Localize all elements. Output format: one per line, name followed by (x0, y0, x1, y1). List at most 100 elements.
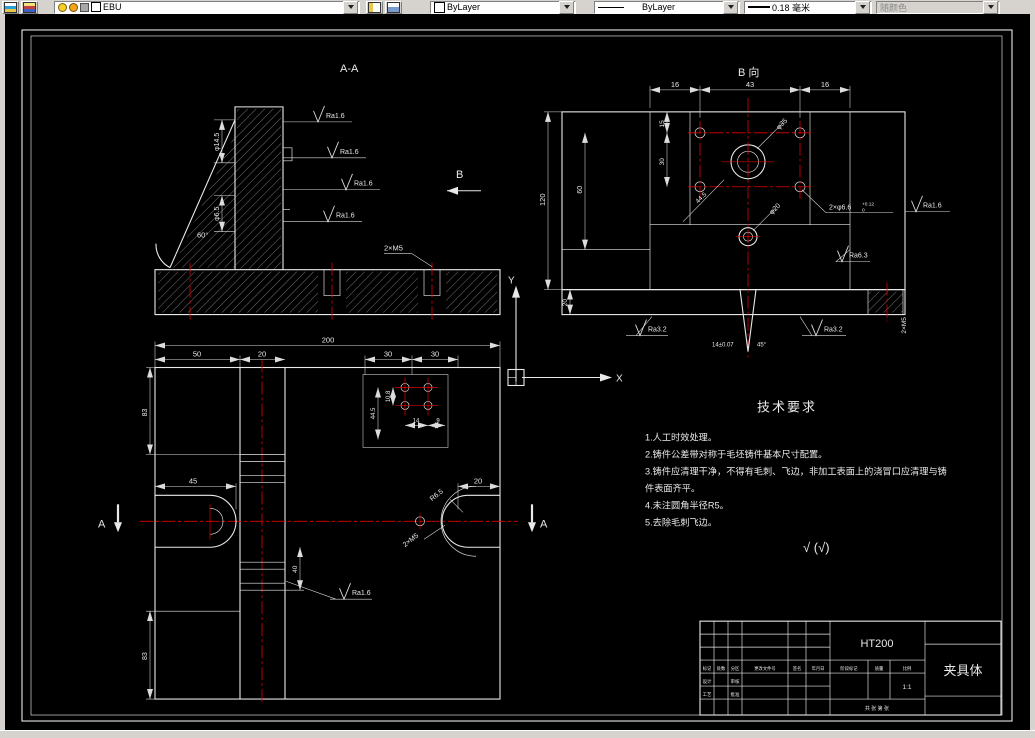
thread-callout-2xm5: 2×M5 (402, 532, 420, 548)
part-name: 夹具体 (944, 663, 983, 678)
chevron-down-icon (563, 5, 570, 9)
view-b-direction: B 向 16 43 16 120 60 15 30 20 φ35 φ20 44.… (538, 65, 950, 358)
section-view-a-a: A-A φ14.5 φ6.5 60° 2×M5 Ra1.6 Ra1.6 Ra1.… (154, 63, 501, 320)
linetype-sample-icon (598, 6, 624, 8)
object-properties-toolbar: EBU ByLayer ByLayer 0.18 毫米 随颜色 (0, 0, 1035, 14)
roughness-ra3-2: Ra3.2 (648, 327, 667, 334)
titleblock-scale: 比例 (903, 665, 912, 672)
chevron-down-icon (987, 5, 994, 9)
surface-finish-note: √ (√) (803, 540, 830, 555)
view-direction-b-label: B (456, 169, 463, 181)
dim-r6-5: R6.5 (429, 488, 445, 503)
x-axis-arrow-icon (600, 373, 612, 382)
current-linetype: ByLayer (642, 2, 676, 12)
current-layer-name: EBU (103, 2, 122, 12)
ucs-y-label: Y (508, 276, 515, 287)
current-color: ByLayer (447, 2, 481, 12)
dim-30: 30 (431, 350, 439, 359)
dim-43: 43 (746, 80, 754, 89)
linetype-combo-arrow[interactable] (723, 0, 738, 14)
dim-60deg: 60° (197, 231, 208, 240)
dim-phi20: φ20 (768, 202, 782, 216)
layer-stack-icon (23, 1, 36, 13)
layer-previous-icon (387, 1, 400, 13)
dim-15: 15 (659, 120, 666, 128)
dim-phi35: φ35 (775, 118, 789, 132)
titleblock-craft: 工艺 (703, 692, 712, 697)
titleblock-audit: 审核 (731, 678, 740, 685)
thread-callout-2xm5: 2×M5 (384, 244, 403, 253)
dim-30: 30 (659, 158, 666, 166)
roughness-ra1-6: Ra1.6 (354, 181, 373, 188)
make-current-icon (368, 1, 381, 13)
sheet-border (21, 29, 1013, 722)
dim-120: 120 (538, 193, 547, 205)
dim-9: 9 (436, 418, 440, 424)
tolerance-upper: +0.12 (862, 202, 874, 208)
tolerance-lower: 0 (862, 208, 865, 214)
dim-20: 20 (562, 299, 569, 307)
color-combo-arrow[interactable] (559, 0, 574, 14)
ucs-icon: Y X (507, 276, 623, 387)
tech-line: 3.铸件应清理干净，不得有毛刺、飞边，非加工表面上的浇冒口应清理与铸 (645, 465, 947, 476)
tech-line: 2.铸件公差带对称于毛坯铸件基本尺寸配置。 (645, 448, 827, 459)
roughness-ra1-6: Ra1.6 (326, 113, 345, 120)
section-view-label: A-A (340, 63, 359, 75)
drawing-canvas[interactable]: A-A φ14.5 φ6.5 60° 2×M5 Ra1.6 Ra1.6 Ra1.… (5, 14, 1030, 730)
chevron-down-icon (859, 5, 866, 9)
roughness-ra3-2: Ra3.2 (824, 327, 843, 334)
dim-20: 20 (474, 476, 482, 485)
roughness-ra1-6: Ra1.6 (340, 149, 359, 156)
tech-requirements-title: 技术要求 (757, 399, 817, 414)
section-arrow-icon (114, 522, 122, 533)
lineweight-combo-arrow[interactable] (855, 0, 870, 14)
layer-on-bulb-icon (58, 2, 67, 12)
y-axis-arrow-icon (512, 285, 520, 298)
dim-44-5: 44.5 (694, 191, 708, 205)
tech-line: 5.去除毛刺飞边。 (645, 516, 717, 527)
dim-83: 83 (142, 652, 149, 660)
titleblock-design: 设计 (703, 678, 712, 685)
layer-thaw-sun-icon (69, 2, 78, 12)
make-object-layer-current-button[interactable] (366, 0, 383, 14)
tech-line: 4.未注圆角半径R5。 (645, 499, 729, 510)
statusbar-edge (0, 730, 1035, 738)
roughness-ra1-6: Ra1.6 (336, 213, 355, 220)
dim-14-tol: 14±0.07 (712, 343, 734, 349)
drawing-area[interactable]: A-A φ14.5 φ6.5 60° 2×M5 Ra1.6 Ra1.6 Ra1.… (5, 14, 1030, 730)
dim-20: 20 (258, 350, 266, 359)
layer-combo-arrow[interactable] (343, 0, 358, 14)
section-marker-a-left: A (98, 518, 106, 530)
layer-properties-manager-button[interactable] (2, 0, 19, 14)
ucs-x-label: X (616, 373, 623, 384)
dim-45: 45 (189, 476, 197, 485)
dim-200: 200 (322, 336, 335, 345)
dim-50: 50 (193, 350, 201, 359)
plotstyle-combo: 随颜色 (876, 0, 1000, 14)
linetype-combo[interactable]: ByLayer (594, 0, 740, 14)
section-arrow-icon (528, 522, 536, 533)
dim-phi6-5: φ6.5 (214, 206, 221, 220)
material-designation: HT200 (860, 638, 893, 650)
layer-color-chip-icon (91, 2, 101, 12)
layers-dialog-button[interactable] (21, 0, 38, 14)
titleblock-header-sign: 签名 (793, 665, 802, 672)
layers-icon (4, 1, 17, 13)
layer-lock-icon (80, 2, 89, 12)
dim-60: 60 (577, 186, 584, 194)
dim-phi14-5: φ14.5 (214, 133, 221, 151)
color-combo[interactable]: ByLayer (430, 0, 576, 14)
lineweight-sample-icon (748, 6, 770, 8)
color-swatch-icon (434, 1, 445, 13)
titleblock-header-count: 处数 (717, 665, 726, 672)
roughness-ra6-3: Ra6.3 (849, 253, 868, 260)
lineweight-combo[interactable]: 0.18 毫米 (744, 0, 872, 14)
layer-previous-button[interactable] (385, 0, 402, 14)
titleblock-header-mark: 标记 (703, 665, 712, 672)
roughness-ra1-6: Ra1.6 (352, 590, 371, 597)
dim-2xphi6-6: 2×φ6.6 (829, 205, 851, 212)
titleblock-scale-value: 1:1 (902, 684, 911, 691)
titleblock-stage: 阶段标记 (840, 665, 858, 672)
layer-combo[interactable]: EBU (54, 0, 360, 14)
plan-view: 10.8 44.5 14 9 200 50 20 30 30 83 83 45 … (98, 336, 548, 706)
